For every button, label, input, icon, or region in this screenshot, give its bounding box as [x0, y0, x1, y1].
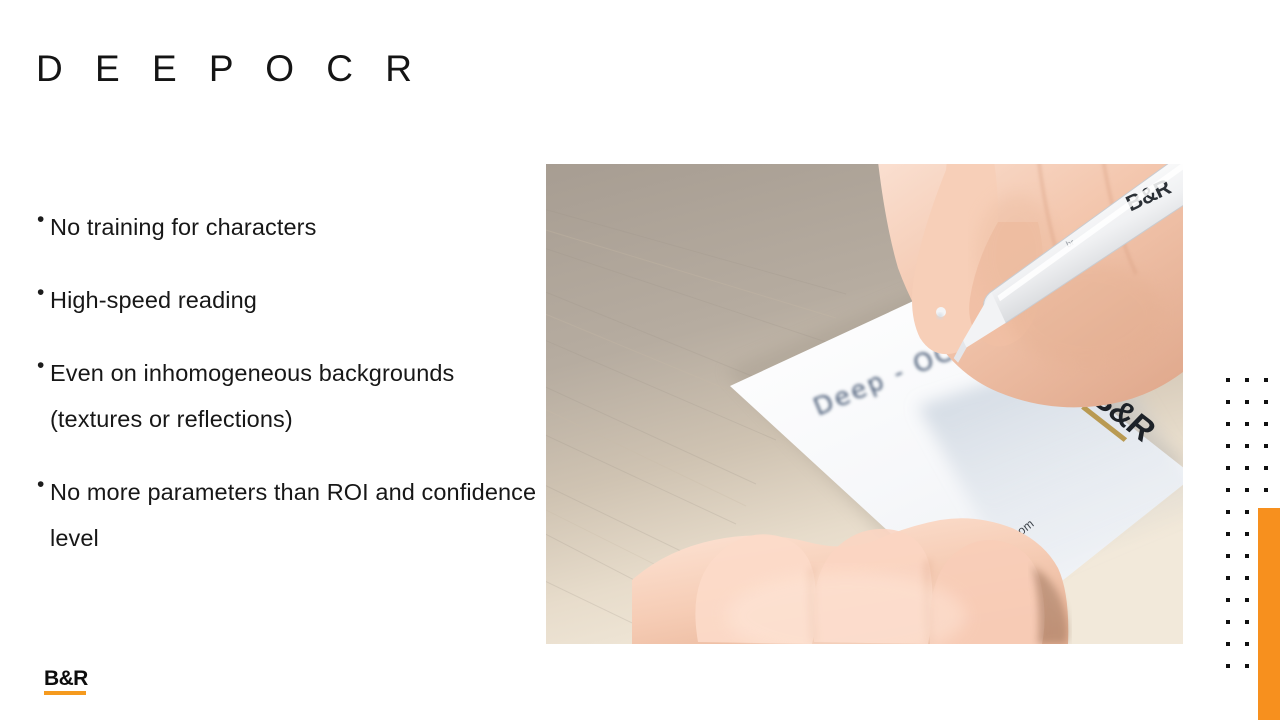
br-logo-text: B&R	[44, 667, 88, 690]
decoration-dot	[1245, 664, 1249, 668]
decoration-dot	[1226, 554, 1230, 558]
decoration-dot	[1226, 598, 1230, 602]
decoration-dot	[1226, 620, 1230, 624]
bullet-marker-icon: •	[37, 354, 45, 377]
page-title: D E E P O C R	[36, 48, 423, 89]
decoration-dot	[1245, 598, 1249, 602]
bullet-marker-icon: •	[37, 281, 45, 304]
bullet-list: • No training for characters • High-spee…	[30, 204, 540, 588]
decoration-dot	[1226, 532, 1230, 536]
decoration-dot	[1226, 378, 1230, 382]
decoration-dot	[1245, 444, 1249, 448]
decoration-dot	[1264, 400, 1268, 404]
bullet-text: No more parameters than ROI and confiden…	[50, 479, 537, 551]
decoration-dot	[1245, 576, 1249, 580]
decoration-dot	[1226, 642, 1230, 646]
bullet-text: No training for characters	[50, 214, 317, 240]
decoration-dot	[1226, 444, 1230, 448]
br-footer-logo: B&R	[44, 667, 88, 695]
list-item: • No more parameters than ROI and confid…	[30, 469, 540, 561]
list-item: • No training for characters	[30, 204, 540, 250]
decoration-dot	[1245, 510, 1249, 514]
decoration-dot	[1264, 488, 1268, 492]
decoration-dot	[1245, 532, 1249, 536]
decoration-dot	[1226, 422, 1230, 426]
bullet-text: High-speed reading	[50, 287, 257, 313]
decoration-dot	[1264, 444, 1268, 448]
decoration-dot	[1245, 400, 1249, 404]
slide-decoration	[1218, 370, 1280, 720]
accent-bar	[1258, 508, 1280, 720]
slide-root: D E E P O C R • No training for characte…	[0, 0, 1280, 720]
decoration-dot	[1245, 488, 1249, 492]
decoration-dot	[1245, 642, 1249, 646]
bullet-text: Even on inhomogeneous backgrounds (textu…	[50, 360, 455, 432]
decoration-dot	[1245, 378, 1249, 382]
decoration-dot	[1264, 422, 1268, 426]
list-item: • Even on inhomogeneous backgrounds (tex…	[30, 350, 540, 442]
decoration-dot	[1245, 466, 1249, 470]
decoration-dot	[1264, 466, 1268, 470]
decoration-dot	[1226, 576, 1230, 580]
decoration-dot	[1226, 488, 1230, 492]
decoration-dot	[1226, 510, 1230, 514]
decoration-dot	[1245, 554, 1249, 558]
decoration-dot	[1264, 378, 1268, 382]
bullet-marker-icon: •	[37, 473, 45, 496]
decoration-dot	[1226, 400, 1230, 404]
decoration-dot	[1226, 664, 1230, 668]
decoration-dot	[1226, 466, 1230, 470]
br-logo-bar	[44, 691, 86, 695]
decoration-dot	[1245, 620, 1249, 624]
bullet-marker-icon: •	[37, 208, 45, 231]
list-item: • High-speed reading	[30, 277, 540, 323]
demo-photo: Deep - OC B&R w.br-automation.com	[546, 164, 1183, 644]
decoration-dot	[1245, 422, 1249, 426]
